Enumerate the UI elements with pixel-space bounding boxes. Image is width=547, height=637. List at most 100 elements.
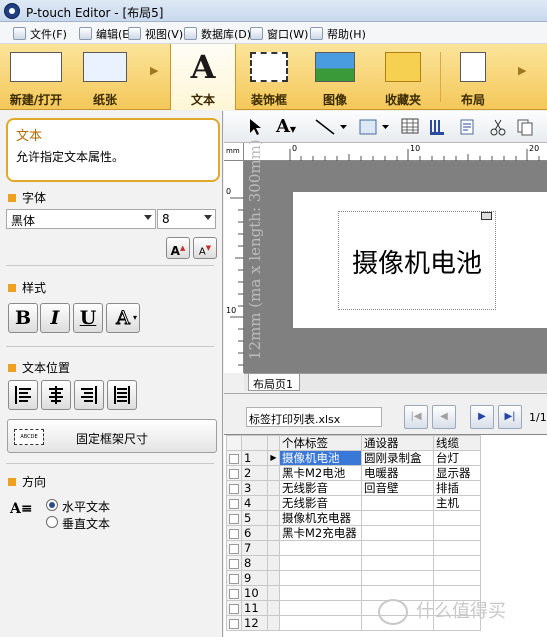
row-checkbox[interactable] — [226, 570, 242, 586]
table-row[interactable]: 9 — [226, 570, 481, 586]
table-cell[interactable]: 无线影音 — [279, 495, 362, 511]
tab-paper[interactable]: 纸张 — [72, 44, 138, 110]
checkbox[interactable] — [229, 618, 239, 629]
checkbox[interactable] — [229, 513, 239, 524]
tab-layout-page-1[interactable]: 布局页1 — [248, 374, 300, 391]
row-checkbox[interactable] — [226, 525, 242, 541]
table-row[interactable]: 6 黑卡M2充电器 — [226, 525, 481, 541]
table-cell[interactable] — [361, 570, 434, 586]
table-cell[interactable] — [361, 495, 434, 511]
table-cell[interactable] — [279, 615, 362, 631]
table-cell[interactable] — [361, 510, 434, 526]
table-cell[interactable] — [433, 525, 481, 541]
table-row[interactable]: 2 黑卡M2电池 电暖器 显示器 — [226, 465, 481, 481]
checkbox[interactable] — [229, 543, 239, 554]
tab-new-open[interactable]: 新建/打开 — [0, 44, 72, 110]
row-checkbox[interactable] — [226, 615, 242, 631]
row-checkbox[interactable] — [226, 600, 242, 616]
fixed-frame-size-button[interactable]: ABCDE 固定框架尺寸 — [7, 419, 217, 453]
italic-button[interactable]: I — [40, 303, 70, 333]
barcode-tool-button[interactable] — [426, 118, 448, 136]
vertical-text-radio[interactable] — [46, 516, 58, 528]
table-row[interactable]: 3 无线影音 回音壁 排插 — [226, 480, 481, 496]
table-cell[interactable]: 显示器 — [433, 465, 481, 481]
underline-button[interactable]: U — [73, 303, 103, 333]
menu-file[interactable]: 文件(F) — [13, 26, 67, 41]
table-cell[interactable]: 电暖器 — [361, 465, 434, 481]
table-cell[interactable] — [279, 585, 362, 601]
shape-tool-button[interactable] — [358, 118, 392, 136]
horizontal-text-radio[interactable] — [46, 499, 58, 511]
tab-text[interactable]: A 文本 — [170, 44, 236, 110]
table-row[interactable]: 4 无线影音 主机 — [226, 495, 481, 511]
row-checkbox[interactable] — [226, 480, 242, 496]
shrink-font-button[interactable]: A▼ — [193, 237, 217, 259]
row-checkbox[interactable] — [226, 555, 242, 571]
menu-edit[interactable]: 编辑(E) — [79, 26, 134, 41]
column-header[interactable]: 个体标签 — [279, 435, 362, 451]
table-cell[interactable] — [361, 555, 434, 571]
table-cell[interactable]: 排插 — [433, 480, 481, 496]
copy-button[interactable] — [514, 118, 536, 136]
align-right-button[interactable] — [74, 380, 104, 410]
table-cell[interactable]: 无线影音 — [279, 480, 362, 496]
table-cell[interactable] — [433, 510, 481, 526]
table-cell[interactable] — [361, 540, 434, 556]
line-tool-button[interactable] — [314, 118, 348, 136]
table-cell[interactable]: 主机 — [433, 495, 481, 511]
column-header[interactable]: 通设器 — [361, 435, 434, 451]
menu-database[interactable]: 数据库(D) — [184, 26, 251, 41]
tab-favorites[interactable]: 收藏夹 — [368, 44, 438, 110]
table-cell[interactable] — [279, 600, 362, 616]
checkbox[interactable] — [229, 588, 239, 599]
checkbox[interactable] — [229, 483, 239, 494]
label-text[interactable]: 摄像机电池 — [339, 243, 495, 280]
table-row[interactable]: 5 摄像机充电器 — [226, 510, 481, 526]
checkbox[interactable] — [229, 558, 239, 569]
align-left-button[interactable] — [8, 380, 38, 410]
grow-font-button[interactable]: A▲ — [166, 237, 190, 259]
tab-layout[interactable]: 布局 — [444, 44, 502, 110]
next-record-button[interactable]: ▶ — [470, 405, 494, 429]
table-cell[interactable]: 圆刚录制盒 — [361, 450, 434, 466]
table-cell[interactable] — [361, 525, 434, 541]
checkbox[interactable] — [229, 603, 239, 614]
row-checkbox[interactable] — [226, 450, 242, 466]
row-checkbox[interactable] — [226, 465, 242, 481]
table-cell[interactable] — [279, 555, 362, 571]
table-cell[interactable] — [279, 570, 362, 586]
table-cell[interactable]: 回音壁 — [361, 480, 434, 496]
tab-image[interactable]: 图像 — [302, 44, 368, 110]
row-checkbox[interactable] — [226, 510, 242, 526]
menu-view[interactable]: 视图(V) — [128, 26, 183, 41]
table-row[interactable]: 7 — [226, 540, 481, 556]
transfer-button[interactable] — [456, 118, 478, 136]
text-tool-button[interactable]: A▼ — [272, 118, 300, 136]
checkbox[interactable] — [229, 573, 239, 584]
table-cell[interactable]: 台灯 — [433, 450, 481, 466]
cut-button[interactable] — [488, 118, 508, 136]
table-row[interactable]: 1 ▶ 摄像机电池 圆刚录制盒 台灯 — [226, 450, 481, 466]
first-record-button[interactable]: |◀ — [404, 405, 428, 429]
font-size-select[interactable]: 8 — [157, 209, 216, 229]
table-cell[interactable] — [433, 570, 481, 586]
table-cell[interactable] — [279, 540, 362, 556]
row-checkbox[interactable] — [226, 540, 242, 556]
table-tool-button[interactable] — [400, 118, 420, 136]
table-row[interactable]: 8 — [226, 555, 481, 571]
menu-window[interactable]: 窗口(W) — [250, 26, 308, 41]
select-pointer-icon[interactable] — [246, 118, 266, 136]
last-record-button[interactable]: ▶| — [498, 405, 522, 429]
checkbox[interactable] — [229, 453, 239, 464]
column-header[interactable]: 线缆 — [433, 435, 481, 451]
table-cell[interactable]: 黑卡M2电池 — [279, 465, 362, 481]
checkbox[interactable] — [229, 528, 239, 539]
align-center-button[interactable] — [41, 380, 71, 410]
table-cell[interactable]: 摄像机充电器 — [279, 510, 362, 526]
tab-frame[interactable]: 装饰框 — [236, 44, 302, 110]
previous-record-button[interactable]: ◀ — [432, 405, 456, 429]
row-checkbox[interactable] — [226, 585, 242, 601]
font-select[interactable]: 黑体 — [6, 209, 156, 229]
table-cell[interactable] — [433, 540, 481, 556]
checkbox[interactable] — [229, 468, 239, 479]
